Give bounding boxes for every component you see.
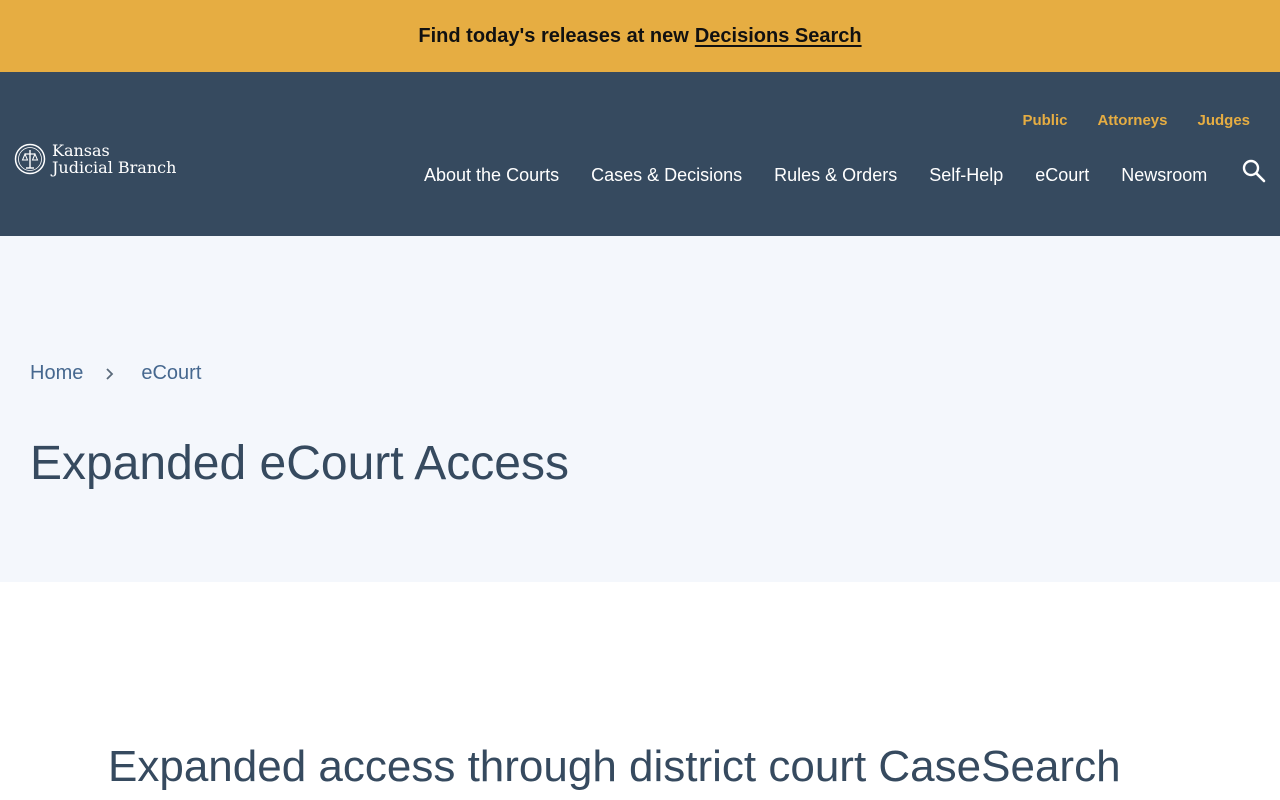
section-heading: Expanded access through district court C…	[108, 742, 1121, 791]
site-logo[interactable]: Kansas Judicial Branch	[14, 142, 176, 176]
utility-nav-attorneys[interactable]: Attorneys	[1097, 112, 1167, 129]
breadcrumb-ecourt[interactable]: eCourt	[141, 362, 201, 385]
logo-line-1: Kansas	[52, 141, 110, 160]
seal-icon	[14, 143, 46, 175]
utility-nav: Public Attorneys Judges	[1022, 112, 1250, 129]
nav-item-about-the-courts[interactable]: About the Courts	[424, 165, 559, 186]
logo-line-2: Judicial Branch	[52, 158, 177, 177]
nav-item-self-help[interactable]: Self-Help	[929, 165, 1003, 186]
breadcrumb-home[interactable]: Home	[30, 362, 83, 385]
utility-nav-judges[interactable]: Judges	[1197, 112, 1250, 129]
search-button[interactable]	[1240, 158, 1268, 186]
chevron-right-icon	[105, 367, 115, 381]
alert-banner: Find today's releases at new Decisions S…	[0, 0, 1280, 72]
site-header: Kansas Judicial Branch Public Attorneys …	[0, 72, 1280, 236]
utility-nav-public[interactable]: Public	[1022, 112, 1067, 129]
page-hero: Home eCourt Expanded eCourt Access	[0, 236, 1280, 582]
nav-item-newsroom[interactable]: Newsroom	[1121, 165, 1207, 186]
breadcrumb: Home eCourt	[30, 362, 201, 385]
nav-item-cases-decisions[interactable]: Cases & Decisions	[591, 165, 742, 186]
decisions-search-link[interactable]: Decisions Search	[695, 25, 862, 48]
search-icon	[1242, 159, 1266, 183]
nav-item-ecourt[interactable]: eCourt	[1035, 165, 1089, 186]
alert-text: Find today's releases at new	[418, 24, 689, 47]
logo-text: Kansas Judicial Branch	[52, 142, 176, 176]
page-title: Expanded eCourt Access	[30, 437, 569, 490]
main-nav: About the Courts Cases & Decisions Rules…	[424, 165, 1207, 186]
nav-item-rules-orders[interactable]: Rules & Orders	[774, 165, 897, 186]
